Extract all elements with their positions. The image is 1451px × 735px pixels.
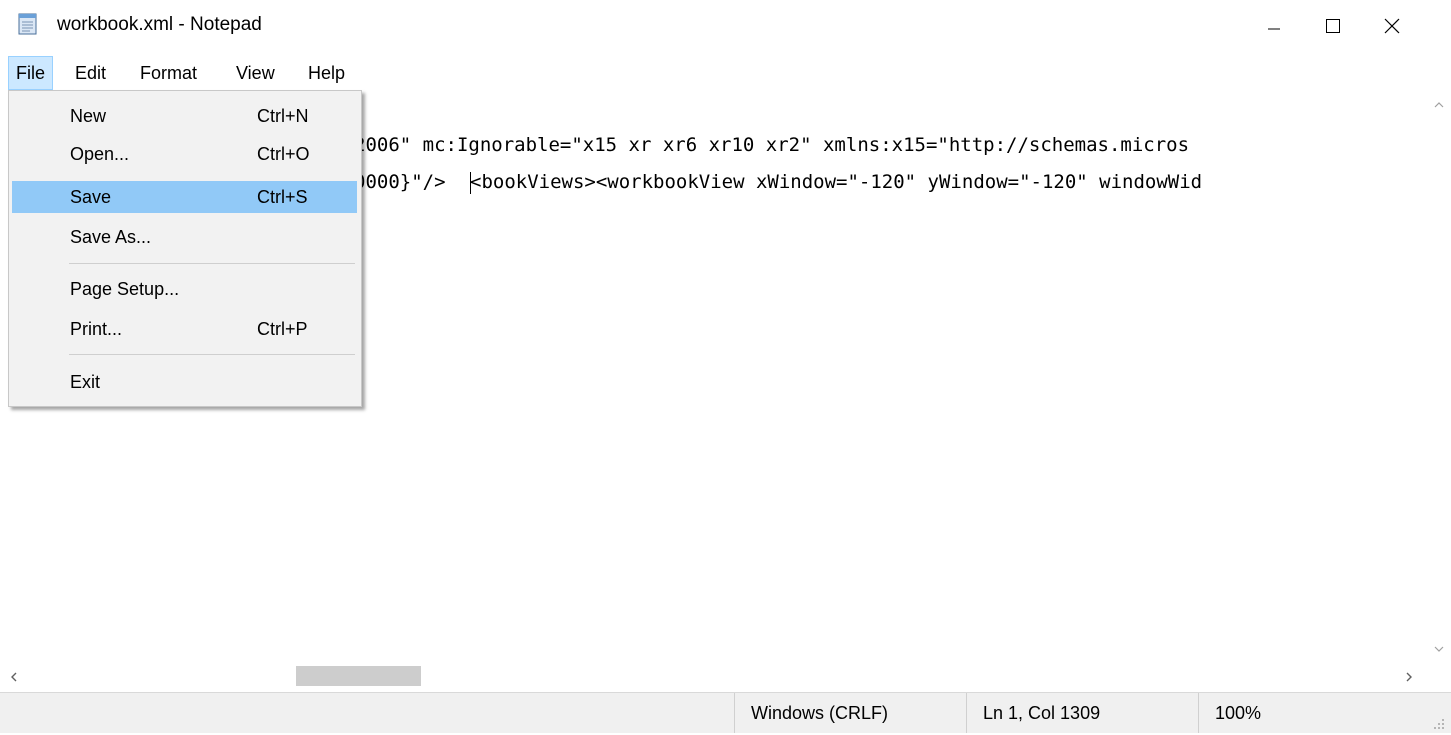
maximize-icon xyxy=(1325,18,1341,39)
window-title: workbook.xml - Notepad xyxy=(57,14,262,35)
menu-item-label: Open... xyxy=(70,144,130,164)
menu-edit[interactable]: Edit xyxy=(68,56,113,90)
editor-line-2-end: <bookViews><workbookView xWindow="-120" … xyxy=(470,171,1203,193)
notepad-icon xyxy=(16,12,40,36)
status-zoom: 100% xyxy=(1198,693,1428,733)
scroll-down-icon[interactable] xyxy=(1433,642,1445,654)
menu-item-label: Page Setup... xyxy=(70,279,180,299)
close-icon xyxy=(1384,18,1400,39)
status-line-endings: Windows (CRLF) xyxy=(734,693,966,733)
menu-item-save-as[interactable]: Save As... xyxy=(12,221,357,253)
scroll-up-icon[interactable] xyxy=(1433,98,1445,110)
horizontal-scroll-thumb[interactable] xyxy=(296,666,421,686)
menu-view[interactable]: View xyxy=(229,56,282,90)
menu-item-label: New xyxy=(70,106,107,126)
editor-line-1: 2006" mc:Ignorable="x15 xr xr6 xr10 xr2"… xyxy=(354,134,1190,156)
minimize-icon xyxy=(1267,19,1281,38)
menu-help[interactable]: Help xyxy=(301,56,352,90)
menu-item-save[interactable]: Save Ctrl+S xyxy=(12,181,357,213)
menu-item-shortcut: Ctrl+P xyxy=(257,319,308,339)
menu-item-label: Exit xyxy=(70,372,101,392)
menu-item-label: Save As... xyxy=(70,227,152,247)
menu-separator xyxy=(69,354,355,355)
menu-item-exit[interactable]: Exit xyxy=(12,366,357,398)
scroll-right-icon[interactable] xyxy=(1403,670,1415,682)
menu-file[interactable]: File xyxy=(8,56,54,90)
close-button[interactable] xyxy=(1363,0,1421,56)
minimize-button[interactable] xyxy=(1245,0,1303,56)
editor-line-2-start: 0000}"/> xyxy=(354,171,446,193)
vertical-scrollbar[interactable] xyxy=(1427,90,1451,666)
menu-bar: File Edit Format View Help xyxy=(0,56,1451,90)
menu-item-label: Save xyxy=(70,187,112,207)
menu-item-shortcut: Ctrl+S xyxy=(257,187,308,207)
resize-grip-icon[interactable] xyxy=(1433,717,1445,729)
menu-item-print[interactable]: Print... Ctrl+P xyxy=(12,313,357,345)
menu-item-page-setup[interactable]: Page Setup... xyxy=(12,273,357,305)
title-bar[interactable]: workbook.xml - Notepad xyxy=(0,0,1451,56)
status-cursor-position: Ln 1, Col 1309 xyxy=(966,693,1198,733)
horizontal-scrollbar[interactable] xyxy=(0,660,1427,692)
maximize-button[interactable] xyxy=(1304,0,1362,56)
status-bar: Windows (CRLF) Ln 1, Col 1309 100% xyxy=(0,692,1451,733)
menu-item-shortcut: Ctrl+N xyxy=(257,106,309,126)
file-menu-dropdown: New Ctrl+N Open... Ctrl+O Save Ctrl+S Sa… xyxy=(8,90,362,407)
menu-format[interactable]: Format xyxy=(133,56,204,90)
scroll-left-icon[interactable] xyxy=(8,670,20,682)
menu-item-new[interactable]: New Ctrl+N xyxy=(12,100,357,132)
menu-item-open[interactable]: Open... Ctrl+O xyxy=(12,138,357,170)
menu-item-shortcut: Ctrl+O xyxy=(257,144,310,164)
menu-item-label: Print... xyxy=(70,319,123,339)
menu-separator xyxy=(69,263,355,264)
